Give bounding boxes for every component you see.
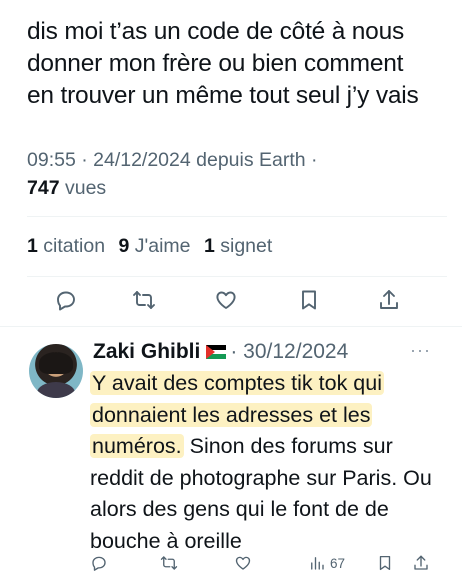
tweet-timestamp[interactable]: 09:55 · 24/12/2024 depuis Earth · xyxy=(27,146,318,174)
divider xyxy=(27,216,447,217)
bookmarks-stat[interactable]: 1 signet xyxy=(204,235,272,257)
highlighted-text: Y avait des comptes tik tok qui xyxy=(90,371,384,395)
bookmark-icon[interactable] xyxy=(376,552,394,574)
views-count: 747 xyxy=(27,177,60,199)
tweet-stats: 1 citation 9 J'aime 1 signet xyxy=(27,232,280,260)
share-icon[interactable] xyxy=(377,288,403,314)
highlighted-text: numéros. xyxy=(90,434,184,458)
likes-stat[interactable]: 9 J'aime xyxy=(119,235,191,257)
share-icon[interactable] xyxy=(412,552,430,574)
bookmark-icon[interactable] xyxy=(297,288,323,314)
quotes-stat[interactable]: 1 citation xyxy=(27,235,105,257)
retweet-icon[interactable] xyxy=(160,552,178,574)
tweet-views: 747 vues xyxy=(27,174,106,202)
reply-action-bar: 67 xyxy=(90,552,450,574)
views-count: 67 xyxy=(330,555,346,571)
divider xyxy=(0,326,462,327)
author-name[interactable]: Zaki Ghibli xyxy=(93,340,200,363)
tweet-text: dis moi t’as un code de côté à nous donn… xyxy=(27,18,419,109)
palestine-flag-icon xyxy=(206,345,227,359)
avatar[interactable] xyxy=(29,344,83,398)
highlighted-text: donnaient les adresses et les xyxy=(90,402,373,427)
reply-text: Y avait des comptes tik tok qui donnaien… xyxy=(90,368,450,557)
divider xyxy=(27,276,447,277)
reply-icon[interactable] xyxy=(90,552,108,574)
reply-header: Zaki Ghibli · 30/12/2024 xyxy=(93,338,348,366)
like-icon[interactable] xyxy=(234,552,252,574)
views-stat[interactable]: 67 xyxy=(308,552,345,574)
reply-date[interactable]: · 30/12/2024 xyxy=(230,340,348,363)
more-options-icon[interactable]: ··· xyxy=(410,340,431,361)
views-label: vues xyxy=(64,177,107,199)
like-icon[interactable] xyxy=(214,288,240,314)
retweet-icon[interactable] xyxy=(132,288,158,314)
tweet-action-bar xyxy=(27,288,447,316)
reply-tweet[interactable]: Zaki Ghibli · 30/12/2024 ··· Y avait des … xyxy=(0,330,462,587)
reply-icon[interactable] xyxy=(54,288,80,314)
views-icon xyxy=(311,557,324,570)
